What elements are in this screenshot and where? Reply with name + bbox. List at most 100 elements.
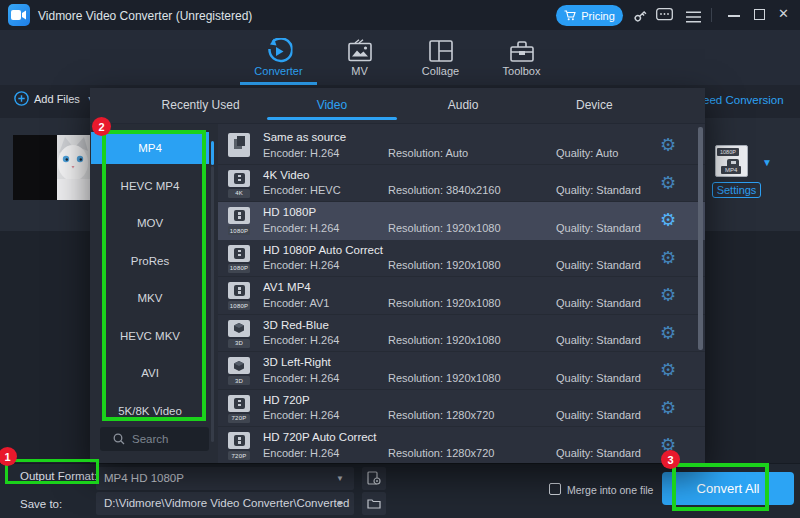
- gear-icon[interactable]: ⚙: [660, 134, 676, 156]
- format-type-icon: [228, 133, 250, 157]
- format-row-3d-left-right[interactable]: 3D3D Left-RightEncoder: H.264Resolution:…: [218, 352, 705, 390]
- pricing-button[interactable]: Pricing: [556, 5, 623, 26]
- titlebar-separator: [711, 8, 712, 22]
- format-resolution: Resolution: 1920x1080: [388, 334, 501, 346]
- popup-tab-device[interactable]: Device: [529, 88, 660, 123]
- menu-icon[interactable]: [686, 9, 701, 27]
- format-badge: 1080P: [228, 264, 250, 273]
- nav-tab-converter[interactable]: Converter: [238, 30, 319, 85]
- format-type-icon: [228, 207, 250, 224]
- format-quality: Quality: Standard: [556, 222, 641, 234]
- toolbox-icon: [509, 37, 534, 65]
- format-row-3d-red-blue[interactable]: 3D3D Red-BlueEncoder: H.264Resolution: 1…: [218, 315, 705, 353]
- annotation-step-3: 3: [661, 450, 680, 469]
- open-folder-button[interactable]: [362, 492, 386, 515]
- format-quality: Quality: Standard: [556, 372, 641, 384]
- format-row-same-as-source[interactable]: Same as sourceEncoder: H.264Resolution: …: [218, 127, 705, 165]
- gear-icon[interactable]: ⚙: [660, 322, 676, 344]
- gear-icon[interactable]: ⚙: [660, 284, 676, 306]
- format-encoder: Encoder: HEVC: [263, 184, 341, 196]
- profile-settings-button[interactable]: [362, 467, 386, 490]
- profile-dropdown-caret-icon[interactable]: ▼: [762, 157, 772, 168]
- popup-tab-audio[interactable]: Audio: [398, 88, 529, 123]
- nav-tab-label: Collage: [400, 65, 481, 77]
- nav-tab-toolbox[interactable]: Toolbox: [481, 30, 562, 85]
- search-icon: [113, 433, 125, 445]
- merge-checkbox[interactable]: [549, 483, 561, 495]
- save-to-label: Save to:: [20, 498, 62, 510]
- save-to-caret-icon: ▼: [336, 499, 344, 508]
- gear-icon[interactable]: ⚙: [660, 247, 676, 269]
- format-quality: Quality: Auto: [556, 147, 618, 159]
- format-type-icon: [228, 395, 250, 412]
- format-row-hd-720p[interactable]: 720PHD 720PEncoder: H.264Resolution: 128…: [218, 390, 705, 428]
- profile-settings-icon: [367, 471, 381, 486]
- gear-icon[interactable]: ⚙: [660, 172, 676, 194]
- close-button[interactable]: ✕: [778, 6, 789, 21]
- format-resolution: Resolution: 1920x1080: [388, 222, 501, 234]
- format-quality: Quality: Standard: [556, 259, 641, 271]
- app-window: Vidmore Video Converter (Unregistered) P…: [0, 0, 800, 518]
- register-key-icon[interactable]: [632, 7, 649, 28]
- video-thumbnail: [13, 135, 90, 200]
- format-row-av1-mp4[interactable]: 1080PAV1 MP4Encoder: AV1Resolution: 1920…: [218, 277, 705, 315]
- format-encoder: Encoder: H.264: [263, 409, 339, 421]
- format-list-scrollbar[interactable]: [698, 127, 703, 350]
- format-encoder: Encoder: H.264: [263, 259, 339, 271]
- nav-tab-label: Toolbox: [481, 65, 562, 77]
- output-profile-chip[interactable]: 1080P MP4: [715, 145, 748, 177]
- nav-bar: ConverterMVCollageToolbox: [0, 30, 800, 85]
- format-resolution: Resolution: 1920x1080: [388, 372, 501, 384]
- popup-tab-recently-used[interactable]: Recently Used: [135, 88, 266, 123]
- format-encoder: Encoder: H.264: [263, 222, 339, 234]
- nav-tab-mv[interactable]: MV: [319, 30, 400, 85]
- chip-resolution-label: 1080P: [717, 148, 739, 156]
- format-search-input[interactable]: Search: [100, 427, 209, 451]
- gear-icon[interactable]: ⚙: [660, 209, 676, 231]
- format-quality: Quality: Standard: [556, 297, 641, 309]
- format-row-hd-1080p-auto-correct[interactable]: 1080PHD 1080P Auto CorrectEncoder: H.264…: [218, 240, 705, 278]
- format-title: 4K Video: [263, 169, 309, 181]
- format-row-hd-1080p[interactable]: 1080PHD 1080PEncoder: H.264Resolution: 1…: [218, 202, 705, 240]
- add-files-button[interactable]: Add Files ▼: [14, 91, 94, 106]
- format-badge: 1080P: [228, 301, 250, 310]
- format-list: Same as sourceEncoder: H.264Resolution: …: [218, 124, 705, 463]
- nav-tab-label: MV: [319, 65, 400, 77]
- sidebar-scrollbar-thumb[interactable]: [211, 141, 215, 165]
- format-type-icon: [228, 320, 250, 337]
- minimize-button[interactable]: [728, 15, 740, 17]
- save-to-dropdown[interactable]: D:\Vidmore\Vidmore Video Converter\Conve…: [96, 492, 354, 515]
- merge-label: Merge into one file: [567, 484, 653, 496]
- title-bar: Vidmore Video Converter (Unregistered) P…: [0, 0, 800, 30]
- format-resolution: Resolution: 1920x1080: [388, 297, 501, 309]
- sidebar-scrollbar-track[interactable]: [211, 166, 215, 442]
- format-quality: Quality: Standard: [556, 447, 641, 459]
- format-encoder: Encoder: H.264: [263, 334, 339, 346]
- format-resolution: Resolution: 3840x2160: [388, 184, 501, 196]
- format-encoder: Encoder: H.264: [263, 147, 339, 159]
- converter-icon: [265, 37, 292, 65]
- format-encoder: Encoder: H.264: [263, 372, 339, 384]
- collage-icon: [429, 37, 453, 65]
- format-title: 3D Red-Blue: [263, 319, 329, 331]
- settings-button[interactable]: Settings: [712, 182, 761, 198]
- output-format-dropdown[interactable]: MP4 HD 1080P ▼: [96, 467, 354, 490]
- output-format-value: MP4 HD 1080P: [104, 472, 184, 484]
- feedback-icon[interactable]: [656, 8, 673, 26]
- format-encoder: Encoder: H.264: [263, 447, 339, 459]
- gear-icon[interactable]: ⚙: [660, 397, 676, 419]
- nav-tab-collage[interactable]: Collage: [400, 30, 481, 85]
- format-title: AV1 MP4: [263, 281, 311, 293]
- format-resolution: Resolution: Auto: [388, 147, 468, 159]
- popup-tab-video[interactable]: Video: [266, 88, 397, 123]
- add-files-label: Add Files: [34, 93, 80, 105]
- format-title: HD 720P Auto Correct: [263, 431, 377, 443]
- maximize-button[interactable]: [754, 9, 765, 20]
- pricing-label: Pricing: [581, 10, 615, 22]
- format-row-hd-720p-auto-correct[interactable]: 720PHD 720P Auto CorrectEncoder: H.264Re…: [218, 427, 705, 463]
- gear-icon[interactable]: ⚙: [660, 359, 676, 381]
- annotation-step-2: 2: [92, 117, 111, 136]
- add-icon: [14, 91, 29, 106]
- format-row-4k-video[interactable]: 4K4K VideoEncoder: HEVCResolution: 3840x…: [218, 165, 705, 203]
- search-placeholder: Search: [132, 433, 168, 445]
